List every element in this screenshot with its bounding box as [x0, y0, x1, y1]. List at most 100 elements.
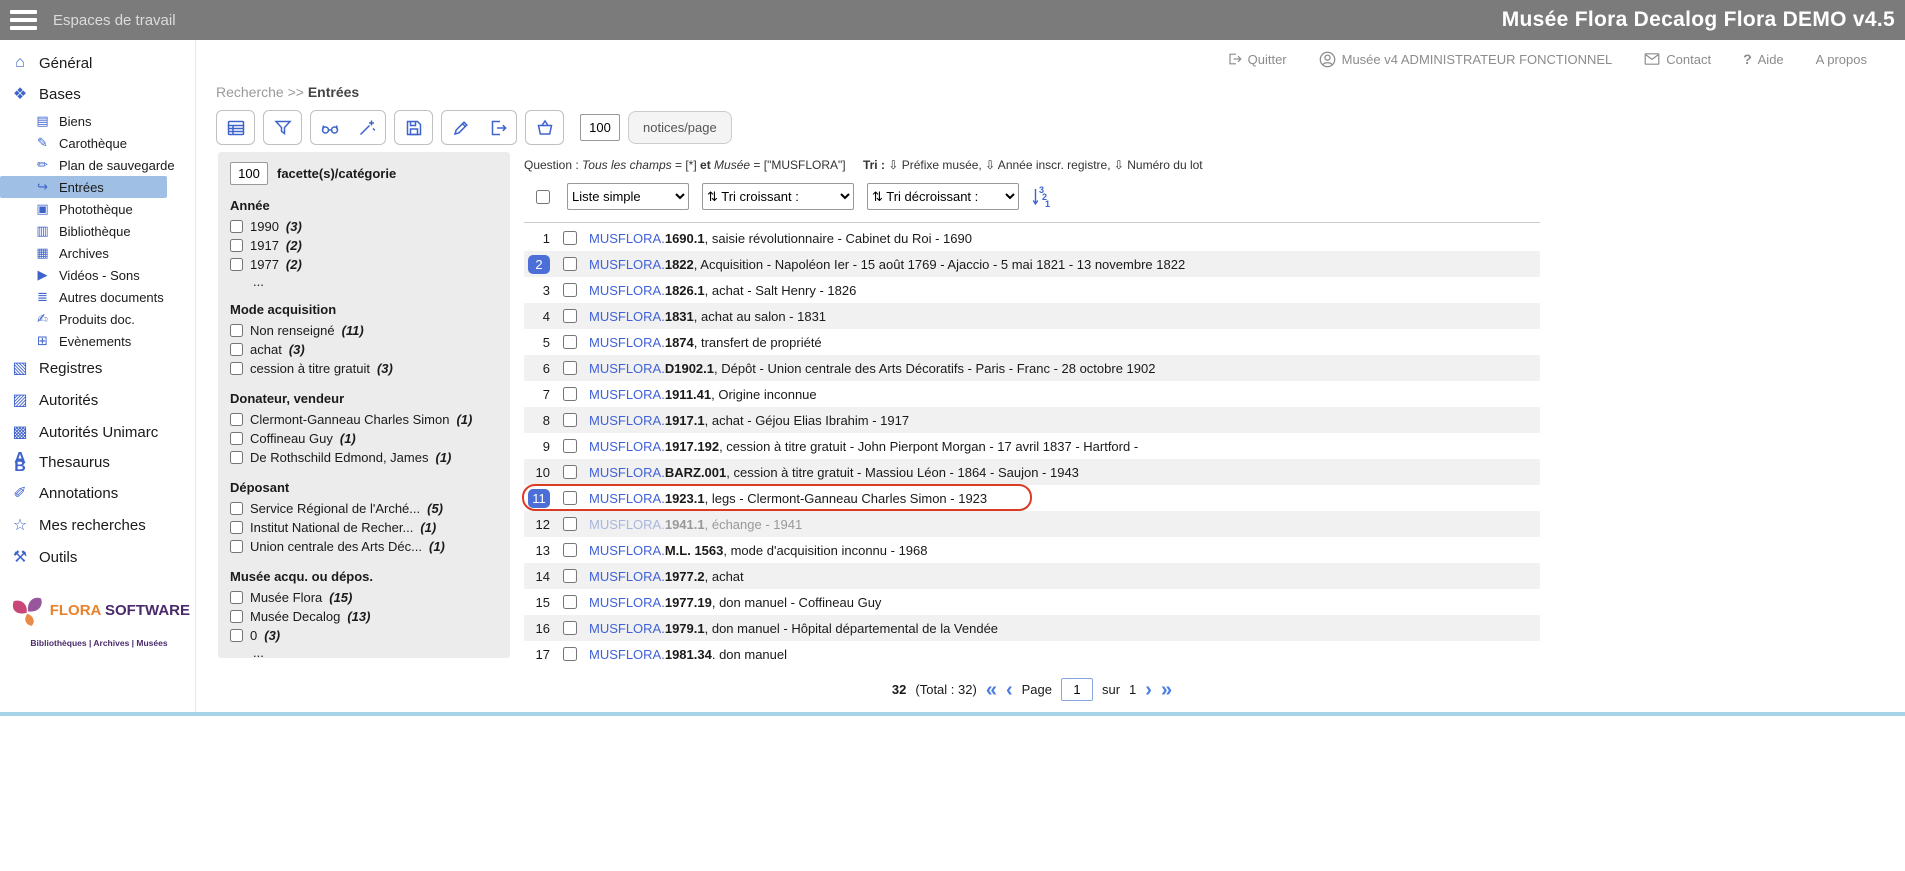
- sidebar-item-produits-doc[interactable]: ✍ Produits doc.: [0, 308, 195, 330]
- sidebar-item-carotheque[interactable]: ✎ Carothèque: [0, 132, 195, 154]
- view-mode-select[interactable]: Liste simple: [567, 183, 689, 210]
- sidebar-item-bases[interactable]: ❖ Bases: [0, 78, 195, 110]
- row-checkbox[interactable]: [563, 413, 577, 427]
- display-table-button[interactable]: [217, 111, 254, 144]
- preview-button[interactable]: [311, 111, 348, 144]
- row-checkbox[interactable]: [563, 257, 577, 271]
- facet-checkbox[interactable]: [230, 432, 243, 445]
- sidebar-item-autorites[interactable]: ▨ Autorités: [0, 384, 195, 416]
- facet-checkbox[interactable]: [230, 220, 243, 233]
- facet-checkbox[interactable]: [230, 258, 243, 271]
- row-checkbox[interactable]: [563, 309, 577, 323]
- sidebar-item-archives[interactable]: ▦ Archives: [0, 242, 195, 264]
- page-number-input[interactable]: [1061, 678, 1093, 701]
- record-link[interactable]: MUSFLORA.: [589, 621, 665, 636]
- sidebar-item-phototheque[interactable]: ▣ Photothèque: [0, 198, 195, 220]
- next-page-button[interactable]: ›: [1145, 680, 1152, 700]
- sidebar-item-general[interactable]: ⌂ Général: [0, 48, 195, 78]
- record-link[interactable]: MUSFLORA.: [589, 491, 665, 506]
- record-link[interactable]: MUSFLORA.: [589, 647, 665, 662]
- record-link[interactable]: MUSFLORA.: [589, 569, 665, 584]
- first-page-button[interactable]: «: [986, 680, 997, 700]
- last-page-button[interactable]: »: [1161, 680, 1172, 700]
- record-link[interactable]: MUSFLORA.: [589, 543, 665, 558]
- notices-per-page-input[interactable]: [580, 114, 620, 141]
- record-link[interactable]: MUSFLORA.: [589, 387, 665, 402]
- edit-button[interactable]: [442, 111, 479, 144]
- sidebar-item-autres-documents[interactable]: ≣ Autres documents: [0, 286, 195, 308]
- sidebar-item-mes-recherches[interactable]: ☆ Mes recherches: [0, 509, 195, 541]
- facet-checkbox[interactable]: [230, 629, 243, 642]
- sidebar-item-thesaurus[interactable]: AB Thesaurus: [0, 448, 195, 477]
- previous-page-button[interactable]: ‹: [1006, 680, 1013, 700]
- save-search-button[interactable]: [395, 111, 432, 144]
- row-checkbox[interactable]: [563, 361, 577, 375]
- record-link[interactable]: MUSFLORA.: [589, 517, 665, 532]
- facet-checkbox[interactable]: [230, 324, 243, 337]
- sidebar-item-videos-sons[interactable]: ▶ Vidéos - Sons: [0, 264, 195, 286]
- row-checkbox[interactable]: [563, 465, 577, 479]
- hamburger-menu-icon[interactable]: [10, 6, 37, 34]
- facet-more-link[interactable]: ...: [230, 274, 498, 289]
- record-link[interactable]: MUSFLORA.: [589, 309, 665, 324]
- facet-more-link[interactable]: ...: [230, 645, 498, 660]
- about-link[interactable]: A propos: [1816, 52, 1867, 67]
- row-checkbox[interactable]: [563, 647, 577, 661]
- facet-checkbox[interactable]: [230, 540, 243, 553]
- facet-checkbox[interactable]: [230, 413, 243, 426]
- quit-link[interactable]: Quitter: [1226, 51, 1287, 67]
- facet-count-input[interactable]: [230, 162, 268, 185]
- select-all-checkbox[interactable]: [536, 190, 550, 204]
- facet-item: Clermont-Ganneau Charles Simon (1): [230, 410, 498, 429]
- record-link[interactable]: MUSFLORA.: [589, 283, 665, 298]
- record-link[interactable]: MUSFLORA.: [589, 257, 665, 272]
- record-link[interactable]: MUSFLORA.: [589, 231, 665, 246]
- facet-checkbox[interactable]: [230, 591, 243, 604]
- row-checkbox[interactable]: [563, 491, 577, 505]
- row-checkbox[interactable]: [563, 439, 577, 453]
- basket-button[interactable]: [526, 111, 563, 144]
- sidebar-item-registres[interactable]: ▧ Registres: [0, 352, 195, 384]
- export-button[interactable]: [479, 111, 516, 144]
- facet-checkbox[interactable]: [230, 610, 243, 623]
- facet-checkbox[interactable]: [230, 343, 243, 356]
- archive-box-icon: ▦: [34, 245, 51, 261]
- row-checkbox[interactable]: [563, 231, 577, 245]
- breadcrumb-search-link[interactable]: Recherche >>: [216, 84, 304, 100]
- sort-ascending-select[interactable]: ⇅ Tri croissant :: [702, 183, 854, 210]
- contact-link[interactable]: Contact: [1644, 52, 1711, 67]
- row-checkbox[interactable]: [563, 569, 577, 583]
- record-link[interactable]: MUSFLORA.: [589, 413, 665, 428]
- sidebar-item-plan-de-sauvegarde[interactable]: ✏ Plan de sauvegarde: [0, 154, 195, 176]
- modify-search-button[interactable]: [348, 111, 385, 144]
- record-link[interactable]: MUSFLORA.: [589, 595, 665, 610]
- sidebar-item-entrees[interactable]: ↪ Entrées: [0, 176, 167, 198]
- filter-button[interactable]: [264, 111, 301, 144]
- row-checkbox[interactable]: [563, 517, 577, 531]
- facet-checkbox[interactable]: [230, 521, 243, 534]
- record-link[interactable]: MUSFLORA.: [589, 439, 665, 454]
- help-link[interactable]: ? Aide: [1743, 51, 1784, 67]
- record-link[interactable]: MUSFLORA.: [589, 361, 665, 376]
- user-account-link[interactable]: Musée v4 ADMINISTRATEUR FONCTIONNEL: [1319, 51, 1613, 68]
- sort-descending-select[interactable]: ⇅ Tri décroissant :: [867, 183, 1019, 210]
- sidebar-item-autorites-unimarc[interactable]: ▩ Autorités Unimarc: [0, 416, 195, 448]
- facet-checkbox[interactable]: [230, 239, 243, 252]
- row-checkbox[interactable]: [563, 335, 577, 349]
- row-checkbox[interactable]: [563, 621, 577, 635]
- record-link[interactable]: MUSFLORA.: [589, 465, 665, 480]
- numeric-sort-icon[interactable]: 3 2 1: [1032, 185, 1052, 209]
- row-checkbox[interactable]: [563, 387, 577, 401]
- sidebar-item-annotations[interactable]: ✐ Annotations: [0, 477, 195, 509]
- row-checkbox[interactable]: [563, 543, 577, 557]
- record-link[interactable]: MUSFLORA.: [589, 335, 665, 350]
- sidebar-item-bibliotheque[interactable]: ▥ Bibliothèque: [0, 220, 195, 242]
- facet-checkbox[interactable]: [230, 502, 243, 515]
- facet-checkbox[interactable]: [230, 362, 243, 375]
- sidebar-item-evenements[interactable]: ⊞ Evènements: [0, 330, 195, 352]
- sidebar-item-biens[interactable]: ▤ Biens: [0, 110, 195, 132]
- facet-checkbox[interactable]: [230, 451, 243, 464]
- row-checkbox[interactable]: [563, 283, 577, 297]
- row-checkbox[interactable]: [563, 595, 577, 609]
- sidebar-item-outils[interactable]: ⚒ Outils: [0, 541, 195, 573]
